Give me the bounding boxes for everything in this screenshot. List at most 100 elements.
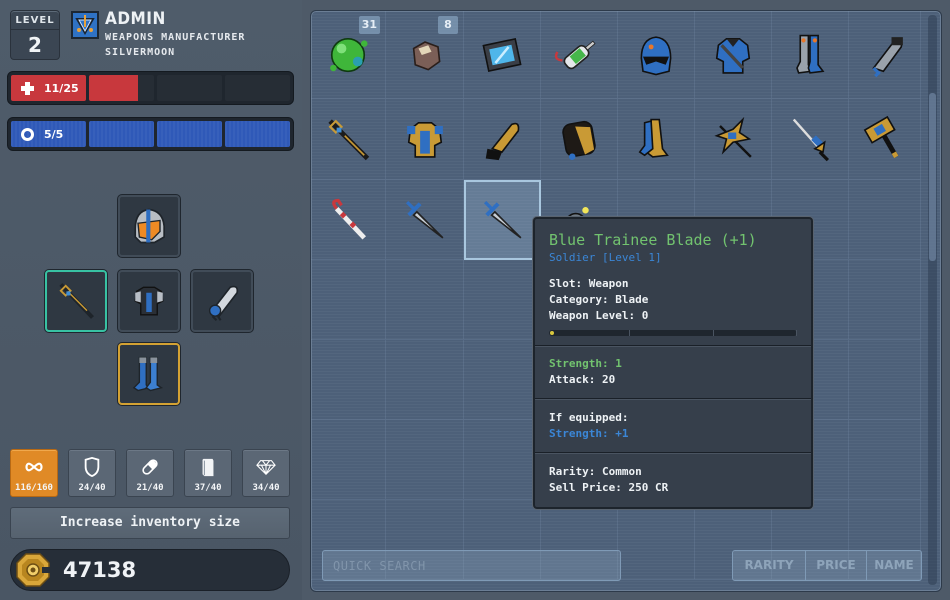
empty-inventory-slot[interactable]: [311, 260, 386, 340]
inventory-slot[interactable]: [618, 99, 695, 180]
health-fill: [89, 75, 139, 101]
empty-inventory-slot[interactable]: [311, 420, 386, 500]
health-bar-segment: [157, 75, 222, 101]
category-count: 21/40: [136, 483, 164, 493]
gold-gauntlet-icon: [485, 122, 520, 161]
syringe-injector-icon: [554, 40, 596, 69]
gold-helmet-icon: [562, 120, 596, 160]
category-gems[interactable]: 34/40: [242, 449, 290, 497]
candy-cane-sword-icon: [332, 198, 367, 240]
player-location: SILVERMOON: [105, 47, 176, 58]
inventory-slot[interactable]: [386, 99, 464, 180]
empty-inventory-slot[interactable]: [849, 180, 921, 260]
player-title: WEAPONS MANUFACTURER: [105, 32, 246, 43]
tooltip-weapon-level: Weapon Level: 0: [549, 309, 649, 322]
empty-inventory-slot[interactable]: [464, 420, 541, 500]
inventory-slot[interactable]: [541, 99, 618, 180]
inventory-slot[interactable]: [849, 99, 921, 180]
inventory-slot[interactable]: [695, 99, 772, 180]
steel-blade-icon: [405, 200, 443, 239]
empty-inventory-slot[interactable]: [849, 420, 921, 500]
category-books[interactable]: 37/40: [184, 449, 232, 497]
empty-inventory-slot[interactable]: [849, 340, 921, 420]
empty-inventory-slot[interactable]: [386, 340, 464, 420]
gold-chest-armor-icon: [406, 121, 443, 158]
silver-gauntlet-icon: [208, 285, 239, 321]
empty-inventory-slot[interactable]: [618, 500, 695, 580]
sort-price-button[interactable]: PRICE: [806, 551, 867, 580]
tooltip-attack: Attack: 20: [549, 373, 616, 386]
tooltip-if-equipped: If equipped: Strength: +1: [535, 399, 811, 453]
energy-bar-segment: [225, 121, 290, 147]
empty-inventory-slot[interactable]: [849, 260, 921, 340]
tooltip-footer: Rarity: Common Sell Price: 250 CR: [535, 453, 811, 507]
equip-slot-arms[interactable]: [191, 270, 253, 332]
inventory-slot[interactable]: [311, 180, 386, 260]
empty-inventory-slot[interactable]: [311, 340, 386, 420]
tooltip-sell-price: Sell Price: 250 CR: [549, 481, 669, 494]
blue-black-armor-icon: [134, 286, 164, 316]
inventory-slot[interactable]: [464, 180, 541, 260]
orange-visor-helmet-icon: [134, 208, 165, 244]
energy-bar-segment: 5/5: [11, 121, 86, 147]
inventory-slot[interactable]: [849, 11, 921, 99]
empty-inventory-slot[interactable]: [464, 260, 541, 340]
blue-greaves-icon: [132, 356, 164, 392]
diamond-icon: [256, 456, 276, 478]
equip-slot-body[interactable]: [118, 270, 180, 332]
grey-gauntlet-icon: [871, 36, 903, 77]
category-armor[interactable]: 24/40: [68, 449, 116, 497]
energy-bar-segment: [157, 121, 222, 147]
inventory-slot[interactable]: [541, 11, 618, 99]
inventory-slot[interactable]: [695, 11, 772, 99]
shield-icon: [82, 456, 102, 478]
inventory-slot[interactable]: [464, 11, 541, 99]
inventory-slot[interactable]: [464, 99, 541, 180]
health-value: 11/25: [44, 81, 79, 95]
increase-inventory-button[interactable]: Increase inventory size: [10, 507, 290, 539]
equip-slot-legs[interactable]: [118, 343, 180, 405]
category-count: 24/40: [78, 483, 106, 493]
credit-coin-icon: [16, 553, 51, 587]
quick-search-input[interactable]: [322, 550, 621, 581]
category-count: 34/40: [252, 483, 280, 493]
level-label: LEVEL: [11, 11, 59, 30]
data-tablet-icon: [482, 37, 522, 72]
inventory-slot[interactable]: [386, 180, 464, 260]
blue-leg-armor-icon: [796, 34, 825, 74]
tooltip-item-name: Blue Trainee Blade (+1): [549, 231, 757, 249]
inventory-slot[interactable]: [311, 99, 386, 180]
inventory-slot[interactable]: 31: [311, 11, 386, 99]
sort-name-button[interactable]: NAME: [867, 551, 921, 580]
inventory-slot[interactable]: 8: [386, 11, 464, 99]
tooltip-item-class: Soldier [Level 1]: [549, 251, 662, 264]
inventory-slot[interactable]: [772, 99, 849, 180]
stack-count-badge: 31: [358, 16, 380, 34]
pill-icon: [140, 456, 160, 478]
chain-spear-icon: [328, 119, 370, 161]
blue-helmet-icon: [640, 35, 672, 75]
equip-slot-head[interactable]: [118, 195, 180, 257]
tooltip-rarity: Rarity: Common: [549, 465, 642, 478]
category-all[interactable]: 116/160: [10, 449, 58, 497]
gold-hammer-icon: [863, 115, 898, 159]
gold-leg-armor-icon: [638, 118, 669, 158]
faction-emblem-icon: [71, 11, 99, 39]
scrollbar-thumb[interactable]: [929, 93, 936, 261]
book-icon: [198, 456, 218, 478]
inventory-scrollbar[interactable]: [928, 15, 937, 585]
category-consumables[interactable]: 21/40: [126, 449, 174, 497]
sort-rarity-button[interactable]: RARITY: [733, 551, 806, 580]
empty-inventory-slot[interactable]: [386, 260, 464, 340]
equip-slot-weapon[interactable]: [45, 270, 107, 332]
category-count: 37/40: [194, 483, 222, 493]
tooltip-if-equipped-label: If equipped:: [549, 411, 629, 424]
empty-inventory-slot[interactable]: [386, 420, 464, 500]
empty-inventory-slot[interactable]: [464, 340, 541, 420]
tooltip-strength: Strength: 1: [549, 357, 622, 370]
inventory-slot[interactable]: [618, 11, 695, 99]
inventory-slot[interactable]: [772, 11, 849, 99]
item-tooltip: Blue Trainee Blade (+1) Soldier [Level 1…: [533, 217, 813, 509]
health-bar-segment: [225, 75, 290, 101]
blue-chest-armor-icon: [715, 37, 751, 74]
